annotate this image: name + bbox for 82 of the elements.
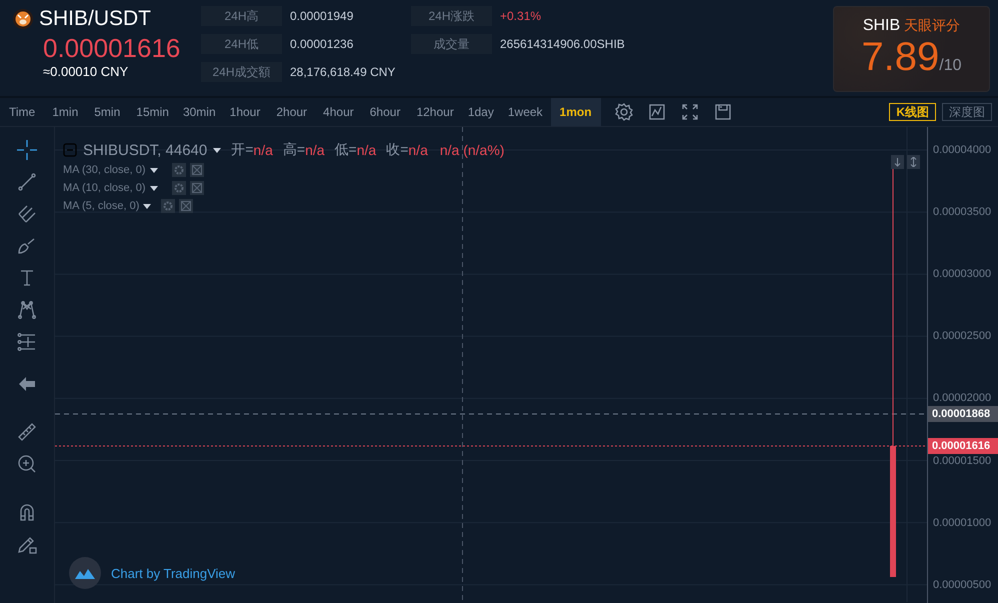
rating-coin: SHIB bbox=[862, 17, 900, 35]
interval-tab[interactable]: 12hour bbox=[408, 98, 462, 126]
caret-icon[interactable] bbox=[213, 148, 222, 152]
axis-label: 0.00002500 bbox=[933, 330, 992, 342]
settings-icon[interactable] bbox=[172, 163, 186, 177]
last-price: 0.00001616 bbox=[43, 32, 182, 64]
save-icon[interactable] bbox=[712, 102, 733, 122]
interval-tab[interactable]: 15min bbox=[128, 98, 177, 126]
close-icon[interactable] bbox=[190, 181, 204, 195]
close-icon[interactable] bbox=[179, 199, 194, 213]
caret-icon[interactable] bbox=[143, 204, 152, 208]
crosshair-icon[interactable] bbox=[17, 140, 37, 160]
fullscreen-icon[interactable] bbox=[680, 102, 700, 122]
tradingview-logo-icon[interactable] bbox=[69, 557, 101, 589]
cny-price: ≈0.00010 CNY bbox=[43, 64, 130, 79]
line-tool-icon[interactable] bbox=[17, 172, 37, 192]
axis-label: 0.00003500 bbox=[933, 206, 992, 218]
rating-title: 天眼评分 bbox=[904, 17, 960, 35]
axis-label: 0.00001000 bbox=[933, 516, 992, 529]
interval-tab[interactable]: 6hour bbox=[362, 98, 408, 126]
ohlc-label: 低= bbox=[334, 141, 357, 159]
stat-value: +0.31% bbox=[500, 8, 542, 25]
interval-tab[interactable]: 5min bbox=[86, 98, 128, 126]
axis-label: 0.00001500 bbox=[933, 454, 992, 466]
rating-scale: /10 bbox=[939, 57, 962, 75]
pitchfork-icon[interactable] bbox=[17, 204, 37, 224]
axis-label: 0.00000500 bbox=[933, 578, 992, 591]
settings-icon[interactable] bbox=[614, 102, 634, 122]
brush-icon[interactable] bbox=[17, 236, 37, 256]
stat-label: 24H涨跌 bbox=[411, 6, 492, 26]
interval-tab[interactable]: Time bbox=[0, 98, 44, 126]
interval-tab[interactable]: 1mon bbox=[550, 98, 601, 126]
settings-icon[interactable] bbox=[161, 199, 176, 213]
measure-lines-icon[interactable] bbox=[17, 332, 37, 352]
ohlc-label: 收= bbox=[386, 141, 408, 159]
chart-view-tab[interactable]: 深度图 bbox=[942, 103, 992, 121]
stat-value: 0.00001949 bbox=[290, 8, 354, 25]
stat-value: 28,176,618.49 CNY bbox=[290, 64, 396, 81]
change-value: n/a (n/a%) bbox=[440, 142, 504, 158]
symbol-title[interactable]: SHIBUSDT, 44640 bbox=[83, 142, 208, 158]
indicator-label[interactable]: MA (10, close, 0) bbox=[63, 182, 146, 194]
coin-logo-icon bbox=[13, 9, 33, 29]
scale-down-icon[interactable] bbox=[891, 155, 904, 169]
axis-label: 0.00004000 bbox=[933, 144, 992, 156]
attribution-link[interactable]: Chart by TradingView bbox=[111, 566, 236, 580]
ohlc-value: n/a bbox=[253, 142, 273, 158]
ruler-icon[interactable] bbox=[17, 422, 37, 442]
indicator-label[interactable]: MA (5, close, 0) bbox=[63, 200, 140, 212]
stat-label: 24H高 bbox=[201, 6, 282, 26]
chart-view-tab[interactable]: K线图 bbox=[889, 103, 936, 121]
ohlc-label: 高= bbox=[282, 141, 306, 159]
stat-label: 24H低 bbox=[201, 34, 282, 54]
interval-tab[interactable]: 1min bbox=[44, 98, 86, 126]
indicator-label[interactable]: MA (30, close, 0) bbox=[63, 164, 146, 176]
scale-both-icon[interactable] bbox=[907, 155, 920, 169]
ohlc-value: n/a bbox=[356, 142, 376, 158]
pair-title: SHIB/USDT bbox=[39, 7, 152, 31]
stat-value: 265614314906.00SHIB bbox=[500, 36, 626, 53]
settings-icon[interactable] bbox=[172, 181, 186, 195]
ohlc-value: n/a bbox=[305, 142, 325, 158]
stat-value: 0.00001236 bbox=[290, 36, 354, 53]
interval-tab[interactable]: 4hour bbox=[315, 98, 362, 126]
interval-tab[interactable]: 30min bbox=[176, 98, 222, 126]
interval-tab[interactable]: 1hour bbox=[222, 98, 268, 126]
axis-label: 0.00002000 bbox=[933, 392, 992, 404]
interval-tab[interactable]: 1day bbox=[462, 98, 500, 126]
stat-label: 24H成交額 bbox=[201, 62, 282, 82]
axis-label: 0.00003000 bbox=[933, 268, 992, 280]
pattern-icon[interactable] bbox=[17, 300, 37, 320]
price-tag: 0.00001616 bbox=[928, 438, 998, 454]
interval-tab[interactable]: 2hour bbox=[268, 98, 316, 126]
price-tag: 0.00001868 bbox=[928, 406, 998, 422]
ohlc-label: 开= bbox=[231, 141, 254, 159]
stat-label: 成交量 bbox=[411, 34, 492, 54]
ohlc-value: n/a bbox=[408, 142, 428, 158]
caret-icon[interactable] bbox=[150, 168, 158, 172]
close-icon[interactable] bbox=[190, 163, 204, 177]
rating-score: 7.89 bbox=[861, 35, 940, 79]
zoom-in-icon[interactable] bbox=[17, 454, 37, 474]
chart-type-icon[interactable] bbox=[646, 102, 667, 122]
interval-tab[interactable]: 1week bbox=[500, 98, 551, 126]
caret-icon[interactable] bbox=[150, 186, 158, 190]
